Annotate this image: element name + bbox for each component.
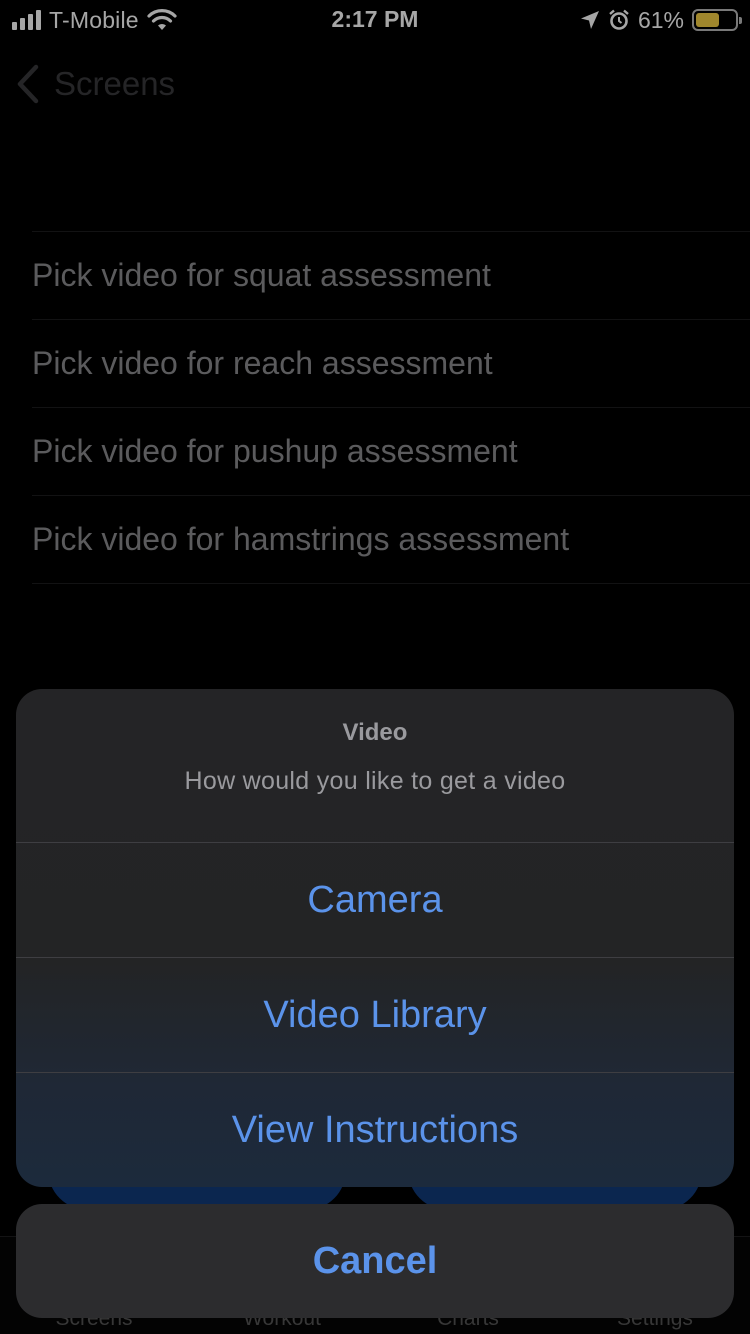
- action-sheet-header: Video How would you like to get a video: [16, 689, 734, 843]
- action-sheet-title: Video: [342, 719, 408, 746]
- video-library-button-label: Video Library: [263, 993, 487, 1036]
- action-sheet-message: How would you like to get a video: [184, 767, 566, 795]
- cancel-button-label: Cancel: [312, 1239, 438, 1282]
- camera-button[interactable]: Camera: [16, 843, 734, 958]
- view-instructions-button[interactable]: View Instructions: [16, 1073, 734, 1187]
- camera-button-label: Camera: [307, 878, 443, 921]
- action-sheet: Video How would you like to get a video …: [16, 689, 734, 1187]
- view-instructions-button-label: View Instructions: [231, 1109, 519, 1151]
- cancel-button[interactable]: Cancel: [16, 1204, 734, 1318]
- video-library-button[interactable]: Video Library: [16, 958, 734, 1073]
